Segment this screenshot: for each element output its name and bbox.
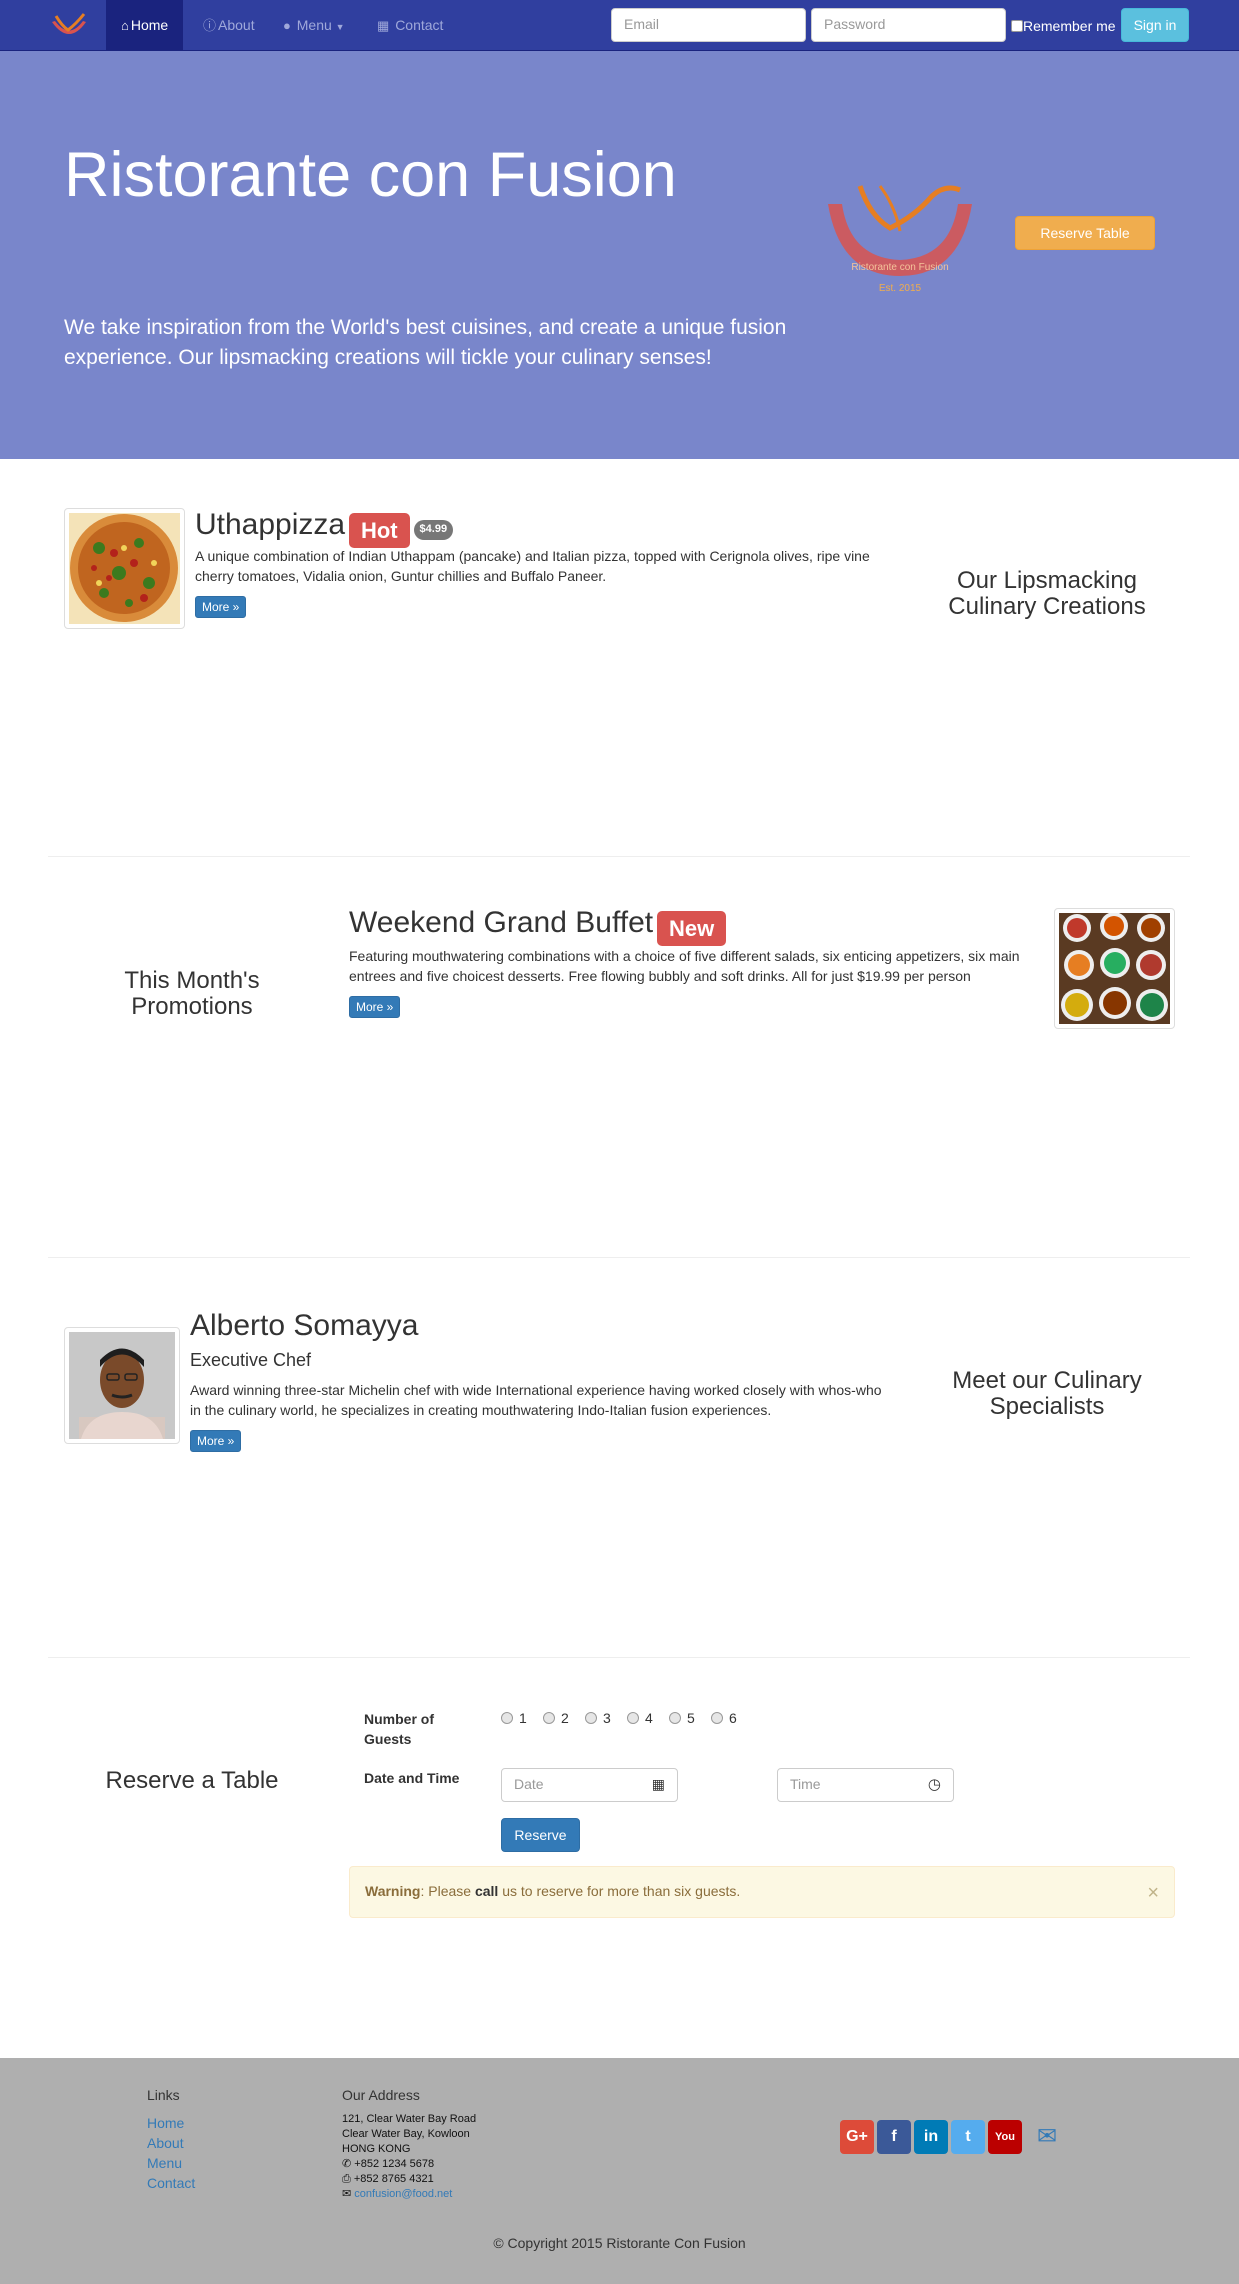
- price-badge: $4.99: [413, 520, 454, 541]
- reserve-table-button[interactable]: Reserve Table: [1015, 216, 1155, 250]
- dish-heading: Uthappizza Hot $4.99: [195, 508, 454, 548]
- promotion-name: Weekend Grand Buffet: [349, 906, 654, 939]
- guest-radio-5[interactable]: 5: [669, 1709, 695, 1729]
- promotion-more-button[interactable]: More »: [349, 996, 401, 1018]
- chef-photo: [69, 1332, 175, 1439]
- copyright: © Copyright 2015 Ristorante Con Fusion: [493, 2235, 746, 2251]
- radio-circle[interactable]: [669, 1712, 681, 1724]
- radio-circle[interactable]: [501, 1712, 513, 1724]
- password-input[interactable]: Password: [811, 8, 1006, 42]
- radio-circle[interactable]: [627, 1712, 639, 1724]
- footer-address-title: Our Address: [342, 2087, 420, 2103]
- divider: [48, 1257, 1190, 1258]
- date-input[interactable]: Date ▦: [501, 1768, 678, 1802]
- leader-section-title: Meet our Culinary Specialists: [952, 1367, 1142, 1420]
- promotion-description: Featuring mouthwatering combinations wit…: [349, 948, 1020, 984]
- guest-radio-2[interactable]: 2: [543, 1709, 569, 1729]
- guest-radio-4[interactable]: 4: [627, 1709, 653, 1729]
- google-plus-icon[interactable]: G+: [840, 2120, 874, 2154]
- remember-checkbox[interactable]: [1011, 20, 1023, 32]
- caret-down-icon: ▼: [335, 22, 345, 32]
- dish-thumbnail: [64, 508, 185, 629]
- pizza-image: [69, 513, 180, 624]
- footer-link-home[interactable]: Home: [147, 2113, 184, 2133]
- dish-section-title: Our Lipsmacking Culinary Creations: [948, 567, 1146, 620]
- phone-icon: ✆: [342, 2158, 352, 2170]
- new-badge: New: [656, 910, 727, 946]
- fax-line: ⎙ +852 8765 4321: [342, 2173, 434, 2185]
- youtube-icon[interactable]: You: [988, 2120, 1022, 2154]
- svg-text:Ristorante con Fusion: Ristorante con Fusion: [851, 262, 948, 273]
- radio-circle[interactable]: [585, 1712, 597, 1724]
- promotion-section-title: This Month's Promotions: [124, 967, 260, 1020]
- sign-in-button[interactable]: Sign in: [1121, 8, 1189, 42]
- twitter-icon[interactable]: t: [951, 2120, 985, 2154]
- remember-me[interactable]: Remember me: [1011, 17, 1116, 37]
- mail-icon[interactable]: ✉: [1030, 2120, 1064, 2154]
- address-line: Clear Water Bay, Kowloon: [342, 2128, 470, 2140]
- buffet-image: [1059, 912, 1170, 1024]
- jumbotron-text: We take inspiration from the World's bes…: [64, 316, 787, 369]
- calendar-icon: ▦: [651, 1776, 665, 1792]
- footer-link-contact[interactable]: Contact: [147, 2173, 195, 2193]
- list-icon: ●: [283, 18, 291, 33]
- address-line: HONG KONG: [342, 2143, 411, 2155]
- email-line: ✉ confusion@food.net: [342, 2187, 452, 2202]
- nav-home[interactable]: ⌂ Home: [106, 0, 184, 50]
- footer-link-menu[interactable]: Menu: [147, 2153, 182, 2173]
- promotion-thumbnail: [1054, 908, 1175, 1029]
- email-input[interactable]: Email: [611, 8, 806, 42]
- radio-circle[interactable]: [711, 1712, 723, 1724]
- hot-badge: Hot: [348, 512, 410, 548]
- fax-icon: ⎙: [342, 2173, 351, 2185]
- email-link[interactable]: confusion@food.net: [354, 2188, 452, 2200]
- warning-alert: Warning: Please call us to reserve for m…: [349, 1866, 1175, 1918]
- guest-radio-1[interactable]: 1: [501, 1709, 527, 1729]
- clock-icon: ◷: [927, 1776, 941, 1793]
- reserve-submit-button[interactable]: Reserve: [501, 1818, 580, 1852]
- linkedin-icon[interactable]: in: [914, 2120, 948, 2154]
- footer-links-title: Links: [147, 2087, 180, 2103]
- reserve-section-title: Reserve a Table: [105, 1767, 279, 1794]
- facebook-icon[interactable]: f: [877, 2120, 911, 2154]
- guests-label: Number of Guests: [364, 1711, 434, 1747]
- leader-name: Alberto Somayya: [190, 1309, 419, 1342]
- guest-radio-3[interactable]: 3: [585, 1709, 611, 1729]
- navbar: ⌂ Home ⓘ About ● Menu ▼ ▦ Contact Email Pa…: [0, 0, 1239, 51]
- divider: [48, 856, 1190, 857]
- envelope-icon: ✉: [342, 2188, 352, 2200]
- leader-more-button[interactable]: More »: [190, 1430, 242, 1452]
- home-icon: ⌂: [121, 18, 129, 33]
- divider: [48, 1657, 1190, 1658]
- page-title: Ristorante con Fusion: [64, 140, 677, 210]
- leader-role: Executive Chef: [190, 1350, 312, 1370]
- restaurant-logo: Ristorante con Fusion Est. 2015: [828, 185, 972, 294]
- dish-more-button[interactable]: More »: [195, 596, 247, 618]
- address-card-icon: ▦: [377, 18, 390, 33]
- radio-circle[interactable]: [543, 1712, 555, 1724]
- phone-line: ✆ +852 1234 5678: [342, 2158, 435, 2170]
- nav-contact[interactable]: ▦ Contact: [362, 0, 458, 50]
- time-input[interactable]: Time ◷: [777, 1768, 954, 1802]
- nav-menu[interactable]: ● Menu ▼: [268, 0, 360, 50]
- footer-link-about[interactable]: About: [147, 2133, 184, 2153]
- svg-text:Est. 2015: Est. 2015: [879, 283, 922, 294]
- date-time-label: Date and Time: [364, 1770, 460, 1786]
- brand-logo[interactable]: [48, 12, 90, 40]
- leader-description: Award winning three-star Michelin chef w…: [190, 1382, 882, 1418]
- close-icon[interactable]: ×: [1147, 1879, 1159, 1907]
- info-circle-icon: ⓘ: [203, 18, 217, 33]
- nav-about[interactable]: ⓘ About: [188, 0, 270, 50]
- jumbotron: Ristorante con Fusion We take inspiratio…: [0, 51, 1239, 459]
- promotion-heading: Weekend Grand Buffet New: [349, 906, 727, 946]
- guest-radio-6[interactable]: 6: [711, 1709, 737, 1729]
- leader-thumbnail: [64, 1327, 180, 1444]
- address-line: 121, Clear Water Bay Road: [342, 2113, 477, 2125]
- dish-description: A unique combination of Indian Uthappam …: [195, 548, 870, 584]
- dish-name: Uthappizza: [195, 508, 346, 541]
